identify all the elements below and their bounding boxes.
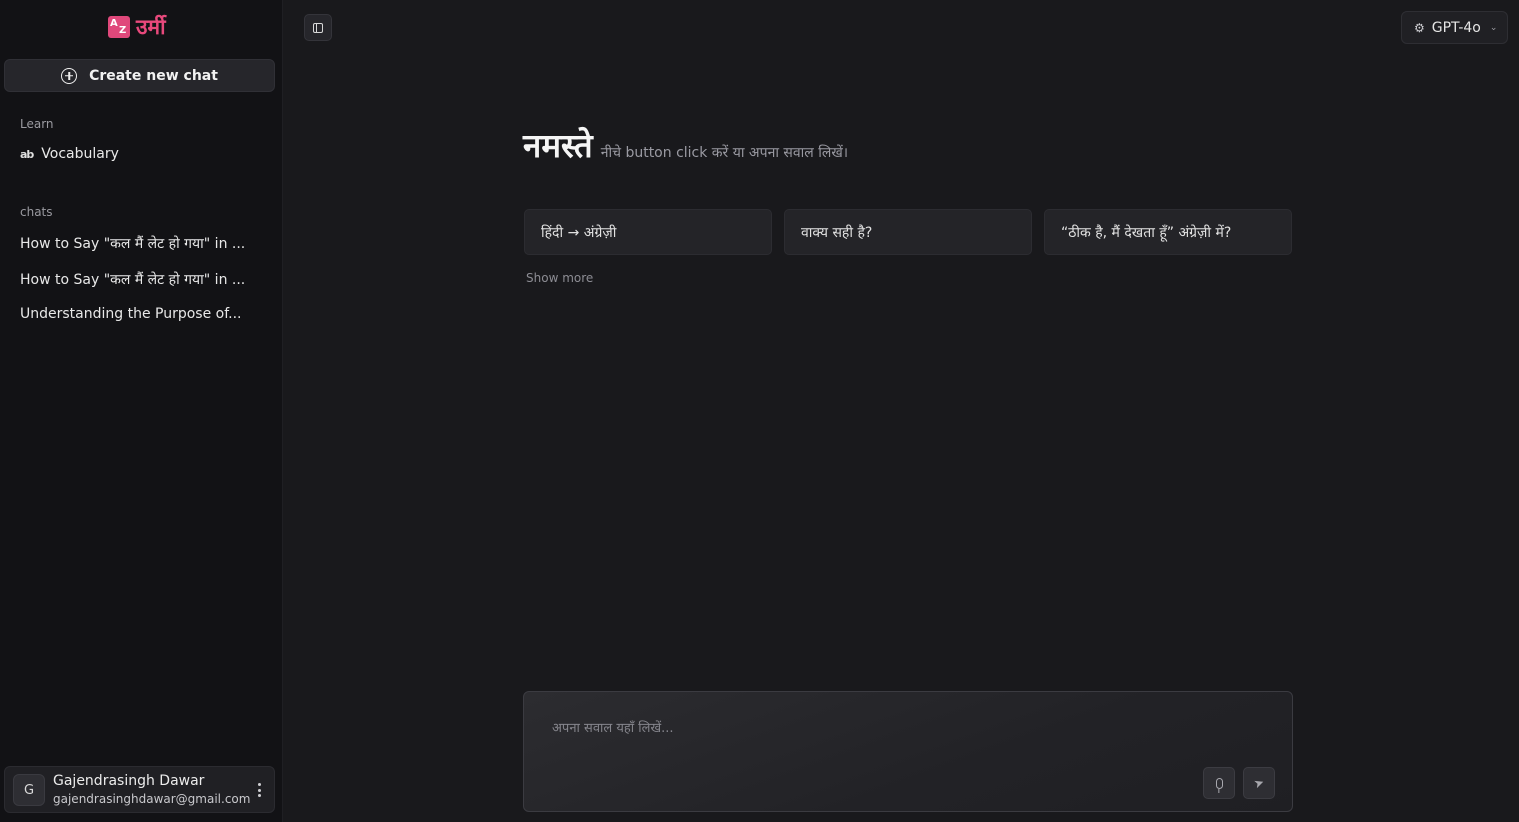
logo-text: उर्मी bbox=[136, 14, 166, 39]
chat-history-item[interactable]: How to Say "कल मैं लेट हो गया" in ... bbox=[20, 270, 260, 289]
microphone-icon bbox=[1215, 777, 1223, 789]
user-name: Gajendrasingh Dawar bbox=[53, 773, 205, 789]
chat-history-item[interactable]: How to Say "कल मैं लेट हो गया" in ... bbox=[20, 234, 260, 253]
suggestion-button[interactable]: “ठीक है, मैं देखता हूँ” अंग्रेज़ी में? bbox=[1044, 209, 1292, 255]
send-button[interactable]: ➤ bbox=[1243, 767, 1275, 799]
sidebar: A Z उर्मी Create new chat Learn ab Vocab… bbox=[0, 0, 283, 822]
logo-mark-letter-a: A bbox=[110, 18, 118, 29]
more-options-icon[interactable] bbox=[258, 783, 262, 797]
sidebar-item-label: Vocabulary bbox=[41, 146, 119, 162]
greeting: नमस्ते नीचे button click करें या अपना सव… bbox=[523, 122, 848, 167]
greeting-subtitle: नीचे button click करें या अपना सवाल लिखे… bbox=[600, 145, 849, 161]
toggle-sidebar-button[interactable] bbox=[304, 14, 332, 41]
model-selector-button[interactable]: ⚙ GPT-4o ⌄ bbox=[1401, 11, 1508, 44]
chevron-down-icon: ⌄ bbox=[1489, 22, 1498, 33]
suggestion-button[interactable]: हिंदी → अंग्रेज़ी bbox=[524, 209, 772, 255]
logo-mark-letter-z: Z bbox=[119, 25, 127, 36]
chat-history-item[interactable]: Understanding the Purpose of... bbox=[20, 306, 260, 322]
app-logo[interactable]: A Z उर्मी bbox=[108, 14, 166, 40]
plus-circle-icon bbox=[61, 67, 78, 84]
sidebar-panel-icon bbox=[313, 22, 323, 33]
suggestion-button[interactable]: वाक्य सही है? bbox=[784, 209, 1032, 255]
vocabulary-icon: ab bbox=[20, 147, 34, 161]
create-new-chat-button[interactable]: Create new chat bbox=[4, 59, 275, 92]
section-label-learn: Learn bbox=[20, 117, 54, 131]
gear-icon: ⚙ bbox=[1414, 20, 1425, 35]
user-email: gajendrasinghdawar@gmail.com bbox=[53, 792, 251, 806]
microphone-button[interactable] bbox=[1203, 767, 1235, 799]
sidebar-item-vocabulary[interactable]: ab Vocabulary bbox=[20, 146, 119, 162]
section-label-chats: chats bbox=[20, 205, 53, 219]
user-profile-card[interactable]: G Gajendrasingh Dawar gajendrasinghdawar… bbox=[4, 766, 275, 813]
model-label: GPT-4o bbox=[1431, 19, 1481, 36]
show-more-link[interactable]: Show more bbox=[526, 271, 593, 285]
avatar: G bbox=[13, 774, 45, 806]
send-icon: ➤ bbox=[1251, 774, 1267, 792]
create-new-chat-label: Create new chat bbox=[89, 67, 218, 84]
message-input[interactable] bbox=[552, 718, 1252, 758]
message-composer: ➤ bbox=[523, 691, 1293, 812]
logo-mark-icon: A Z bbox=[108, 16, 130, 38]
greeting-title: नमस्ते bbox=[523, 126, 593, 165]
